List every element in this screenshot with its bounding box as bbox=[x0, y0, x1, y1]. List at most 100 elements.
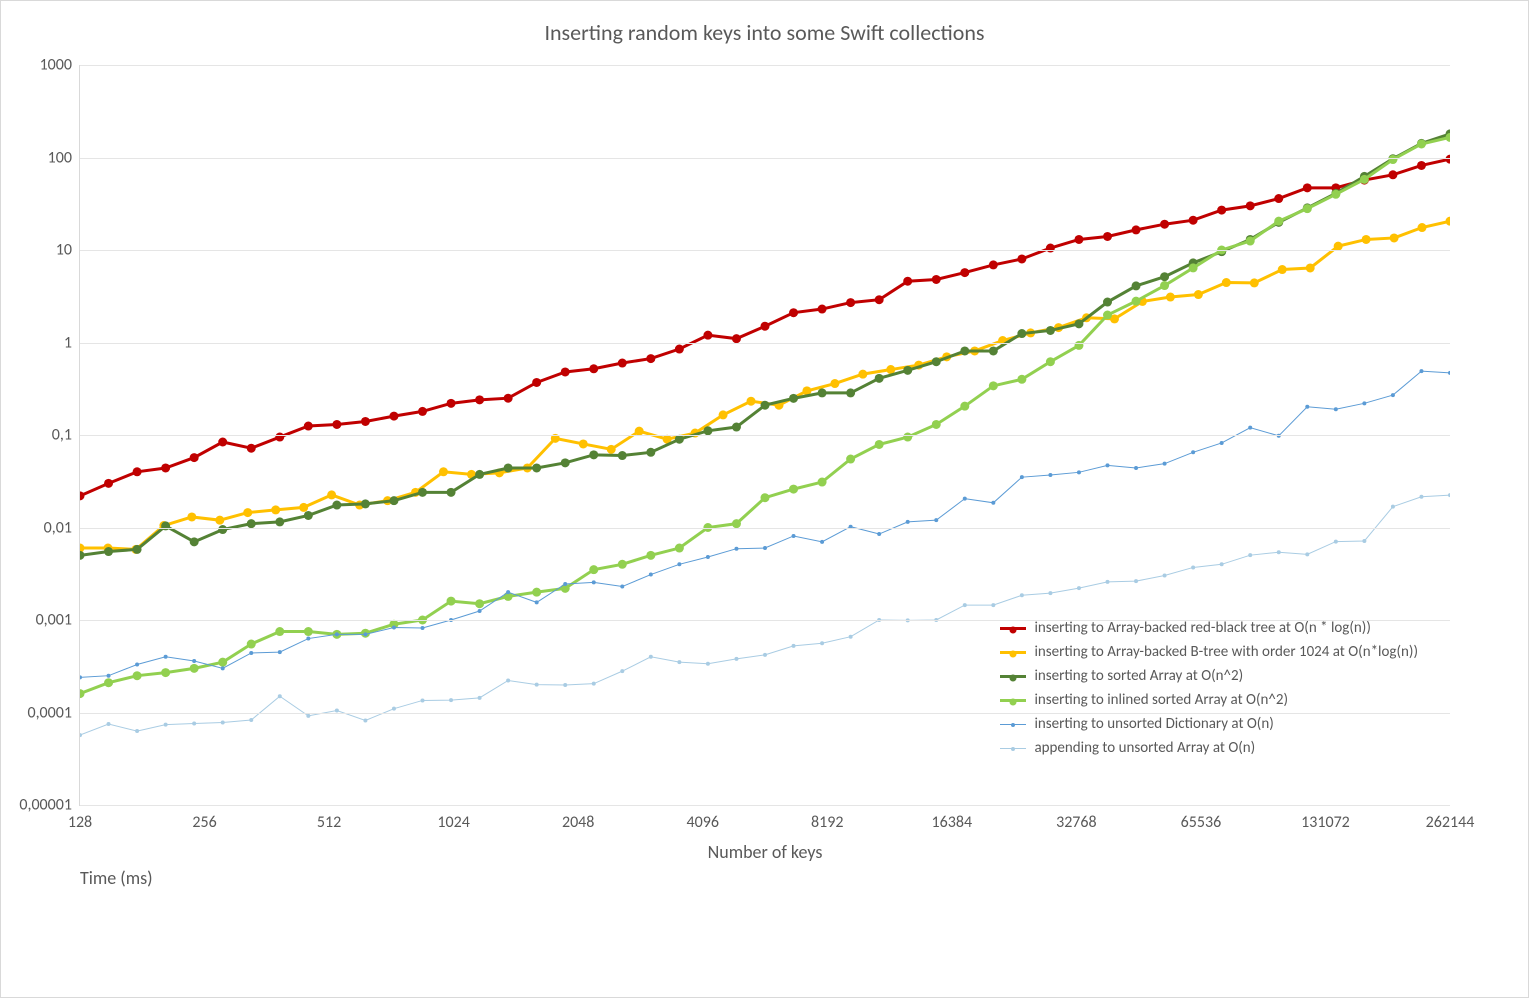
series-marker bbox=[818, 478, 827, 487]
series-marker bbox=[646, 448, 655, 457]
series-marker bbox=[1448, 371, 1450, 375]
series-marker bbox=[846, 388, 855, 397]
series-marker bbox=[646, 551, 655, 560]
series-marker bbox=[1160, 281, 1169, 290]
series-marker bbox=[875, 295, 884, 304]
series-marker bbox=[607, 445, 616, 454]
series-marker bbox=[592, 580, 596, 584]
series-marker bbox=[80, 675, 82, 679]
series-marker bbox=[192, 659, 196, 663]
x-tick-label: 1024 bbox=[437, 813, 469, 832]
series-marker bbox=[190, 664, 199, 673]
series-marker bbox=[1189, 216, 1198, 225]
series-marker bbox=[989, 260, 998, 269]
series-marker bbox=[561, 367, 570, 376]
series-marker bbox=[963, 497, 967, 501]
series-marker bbox=[243, 508, 252, 517]
series-marker bbox=[1246, 237, 1255, 246]
legend-label: inserting to unsorted Dictionary at O(n) bbox=[1034, 713, 1273, 735]
series-marker bbox=[858, 370, 867, 379]
series-marker bbox=[1306, 263, 1315, 272]
series-marker bbox=[304, 511, 313, 520]
series-marker bbox=[164, 723, 168, 727]
series-marker bbox=[389, 412, 398, 421]
series-marker bbox=[161, 668, 170, 677]
series-marker bbox=[589, 364, 598, 373]
x-tick-label: 65536 bbox=[1181, 813, 1222, 832]
series-marker bbox=[932, 420, 941, 429]
legend-swatch bbox=[1000, 724, 1026, 725]
series-marker bbox=[535, 683, 539, 687]
series-marker bbox=[304, 422, 313, 431]
series-marker bbox=[620, 669, 624, 673]
series-marker bbox=[1217, 206, 1226, 215]
series-marker bbox=[963, 603, 967, 607]
series-marker bbox=[1194, 290, 1203, 299]
chart-title: Inserting random keys into some Swift co… bbox=[1, 19, 1528, 46]
legend-swatch bbox=[1000, 699, 1026, 702]
series-marker bbox=[1017, 329, 1026, 338]
series-marker bbox=[1017, 375, 1026, 384]
series-marker bbox=[579, 439, 588, 448]
series-marker bbox=[104, 547, 113, 556]
x-tick-label: 16384 bbox=[932, 813, 973, 832]
series-marker bbox=[278, 650, 282, 654]
series-marker bbox=[561, 458, 570, 467]
series-marker bbox=[506, 590, 510, 594]
series-marker bbox=[249, 651, 253, 655]
x-tick-label: 256 bbox=[192, 813, 216, 832]
series-marker bbox=[1103, 232, 1112, 241]
series-marker bbox=[392, 707, 396, 711]
series-marker bbox=[932, 275, 941, 284]
series-marker bbox=[107, 674, 111, 678]
series-marker bbox=[1305, 405, 1309, 409]
y-tick-label: 10 bbox=[56, 241, 72, 260]
series-line bbox=[80, 137, 1450, 693]
series-marker bbox=[218, 438, 227, 447]
series-marker bbox=[421, 626, 425, 630]
series-marker bbox=[1248, 553, 1252, 557]
legend: inserting to Array-backed red-black tree… bbox=[1000, 615, 1418, 761]
series-marker bbox=[361, 417, 370, 426]
series-marker bbox=[1132, 225, 1141, 234]
series-marker bbox=[1303, 183, 1312, 192]
series-marker bbox=[592, 682, 596, 686]
x-tick-label: 32768 bbox=[1056, 813, 1097, 832]
series-marker bbox=[761, 401, 770, 410]
series-marker bbox=[818, 305, 827, 314]
series-marker bbox=[1132, 297, 1141, 306]
series-marker bbox=[104, 479, 113, 488]
series-marker bbox=[1362, 235, 1371, 244]
series-marker bbox=[306, 637, 310, 641]
plot-area: Number of keys Time (ms) inserting to Ar… bbox=[79, 65, 1450, 806]
series-marker bbox=[1417, 139, 1426, 148]
series-marker bbox=[849, 635, 853, 639]
series-marker bbox=[932, 357, 941, 366]
series-marker bbox=[1132, 281, 1141, 290]
series-marker bbox=[991, 603, 995, 607]
x-tick-label: 2048 bbox=[562, 813, 594, 832]
series-marker bbox=[1418, 223, 1427, 232]
series-marker bbox=[192, 722, 196, 726]
series-marker bbox=[1278, 265, 1287, 274]
series-marker bbox=[732, 423, 741, 432]
x-tick-label: 512 bbox=[317, 813, 341, 832]
series-marker bbox=[1390, 233, 1399, 242]
series-marker bbox=[478, 609, 482, 613]
series-marker bbox=[620, 585, 624, 589]
series-marker bbox=[934, 518, 938, 522]
legend-label: inserting to sorted Array at O(n^2) bbox=[1034, 665, 1243, 687]
series-marker bbox=[133, 671, 142, 680]
series-marker bbox=[789, 308, 798, 317]
legend-label: inserting to Array-backed B-tree with or… bbox=[1034, 641, 1418, 663]
series-marker bbox=[1160, 220, 1169, 229]
series-marker bbox=[1362, 539, 1366, 543]
series-marker bbox=[299, 503, 308, 512]
gridline bbox=[80, 158, 1450, 159]
y-tick-label: 0,1 bbox=[52, 426, 72, 445]
series-marker bbox=[563, 582, 567, 586]
series-marker bbox=[107, 722, 111, 726]
gridline bbox=[80, 343, 1450, 344]
series-marker bbox=[475, 470, 484, 479]
series-marker bbox=[275, 627, 284, 636]
